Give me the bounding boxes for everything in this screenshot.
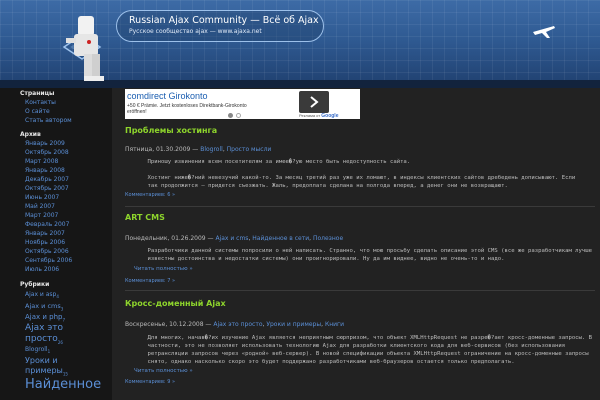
tag-count: 26 — [57, 339, 63, 345]
tag-label: Найденное — [25, 377, 102, 392]
category-separator: , — [222, 146, 225, 153]
tag-link[interactable]: Найденное — [25, 378, 101, 391]
tag-link[interactable]: Ajax это просто26 — [25, 323, 95, 348]
post-title[interactable]: ART CMS — [125, 213, 165, 222]
category-link[interactable]: Найденное в сети — [252, 235, 309, 242]
tag-link[interactable]: Ajax и php7 — [25, 314, 65, 322]
archive-link[interactable]: Сентябрь 2006 — [25, 257, 72, 264]
site-title-pill[interactable]: Russian Ajax Community — Всё об Ajax Рус… — [116, 10, 324, 42]
sidebar-link-about[interactable]: О сайте — [25, 108, 50, 115]
google-logo: Google — [321, 113, 339, 119]
tag-link[interactable]: Ajax и cms3 — [25, 303, 63, 311]
archive-link[interactable]: Октябрь 2006 — [25, 248, 69, 255]
tag-label: Ajax и cms — [25, 302, 61, 310]
main-content: comdirect Girokonto +50 € Prämie. Jetzt … — [112, 88, 600, 400]
site-header: Russian Ajax Community — Всё об Ajax Рус… — [0, 0, 600, 88]
post-title[interactable]: Кросс-доменный Ajax — [125, 299, 226, 308]
post-meta: Воскресенье, 10.12.2008 — Ajax это прост… — [125, 321, 345, 328]
tag-count: 15 — [62, 371, 68, 377]
archive-link[interactable]: Октябрь 2007 — [25, 185, 69, 192]
post-divider — [125, 290, 595, 291]
archive-heading: Архив — [20, 131, 41, 138]
tag-label: Blogroll — [25, 346, 48, 353]
tag-link[interactable]: Blogroll1 — [25, 347, 50, 354]
post-date: Воскресенье, 10.12.2008 — — [125, 321, 212, 328]
tag-label: Ajax и php — [25, 313, 63, 321]
comments-link[interactable]: Комментариев: 7 » — [125, 278, 175, 284]
post-date: Понедельник, 01.26.2009 — — [125, 235, 214, 242]
tag-count: 7 — [62, 317, 66, 323]
archive-link[interactable]: Ноябрь 2006 — [25, 239, 65, 246]
category-link[interactable]: Книги — [325, 321, 344, 328]
ad-footer-label: Реклама от — [299, 113, 321, 118]
post-body: Приношу извинения всем посетителям за им… — [147, 159, 576, 189]
ad-pager-dot[interactable] — [236, 113, 241, 118]
archive-link[interactable]: Март 2008 — [25, 158, 58, 165]
post-date: Пятница, 01.30.2009 — — [125, 146, 199, 153]
ad-pager-dot[interactable] — [228, 113, 233, 118]
category-link[interactable]: Ajax и cms — [215, 235, 248, 242]
ad-next-button[interactable] — [299, 91, 329, 113]
category-link[interactable]: Просто мысли — [227, 146, 272, 153]
tag-count: 3 — [60, 306, 64, 312]
archive-link[interactable]: Январь 2008 — [25, 167, 65, 174]
ad-banner[interactable]: comdirect Girokonto +50 € Prämie. Jetzt … — [125, 89, 360, 119]
post-meta: Пятница, 01.30.2009 — Blogroll, Просто м… — [125, 146, 271, 153]
pages-heading: Страницы — [20, 90, 55, 97]
archive-link[interactable]: Февраль 2007 — [25, 221, 69, 228]
archive-link[interactable]: Январь 2009 — [25, 140, 65, 147]
tag-label: Уроки и примеры — [25, 356, 63, 375]
post-meta: Понедельник, 01.26.2009 — Ajax и cms, На… — [125, 235, 344, 242]
category-link[interactable]: Полезное — [313, 235, 343, 242]
category-link[interactable]: Blogroll — [200, 146, 223, 153]
archive-link[interactable]: Январь 2007 — [25, 230, 65, 237]
archive-link[interactable]: Декабрь 2007 — [25, 176, 69, 183]
tag-label: Ajax и asp — [25, 291, 57, 298]
sidebar-link-contacts[interactable]: Контакты — [25, 99, 56, 106]
rubrics-heading: Рубрики — [20, 281, 50, 288]
archive-link[interactable]: Июнь 2007 — [25, 194, 59, 201]
archive-link[interactable]: Июль 2006 — [25, 266, 59, 273]
tag-link[interactable]: Ajax и asp4 — [25, 292, 59, 299]
read-more-link[interactable]: Читать полностью » — [134, 368, 193, 374]
archive-link[interactable]: Март 2007 — [25, 212, 58, 219]
chevron-right-icon — [310, 96, 319, 108]
archive-link[interactable]: Октябрь 2008 — [25, 149, 69, 156]
sidebar: Страницы Контакты О сайте Стать автором … — [0, 88, 112, 400]
tag-count: 4 — [56, 294, 59, 300]
tag-count: 1 — [47, 349, 51, 355]
comments-link[interactable]: Комментариев: 9 » — [125, 379, 175, 385]
airplane-icon — [533, 26, 555, 38]
post-body: Разработчики данной системы попросили о … — [147, 248, 593, 262]
mascot-figure-icon — [66, 16, 104, 81]
ad-text: eröffnen! — [127, 109, 147, 115]
category-link[interactable]: Уроки и примеры — [266, 321, 321, 328]
post-body: Для многих, начав�?их изучение Ajax явля… — [147, 335, 593, 365]
post-title[interactable]: Проблемы хостинга — [125, 126, 217, 135]
comments-link[interactable]: Комментариев: 6 » — [125, 192, 175, 198]
read-more-link[interactable]: Читать полностью » — [134, 266, 193, 272]
post-divider — [125, 206, 595, 207]
ad-title[interactable]: comdirect Girokonto — [127, 91, 208, 101]
category-link[interactable]: Ajax это просто — [213, 321, 262, 328]
ad-footer[interactable]: Реклама от Google — [299, 113, 338, 119]
site-title[interactable]: Russian Ajax Community — Всё об Ajax — [129, 14, 319, 27]
sidebar-link-become-author[interactable]: Стать автором — [25, 117, 72, 124]
site-subtitle: Русское сообщество ajax — www.ajaxa.net — [129, 28, 262, 35]
archive-link[interactable]: Май 2007 — [25, 203, 55, 210]
